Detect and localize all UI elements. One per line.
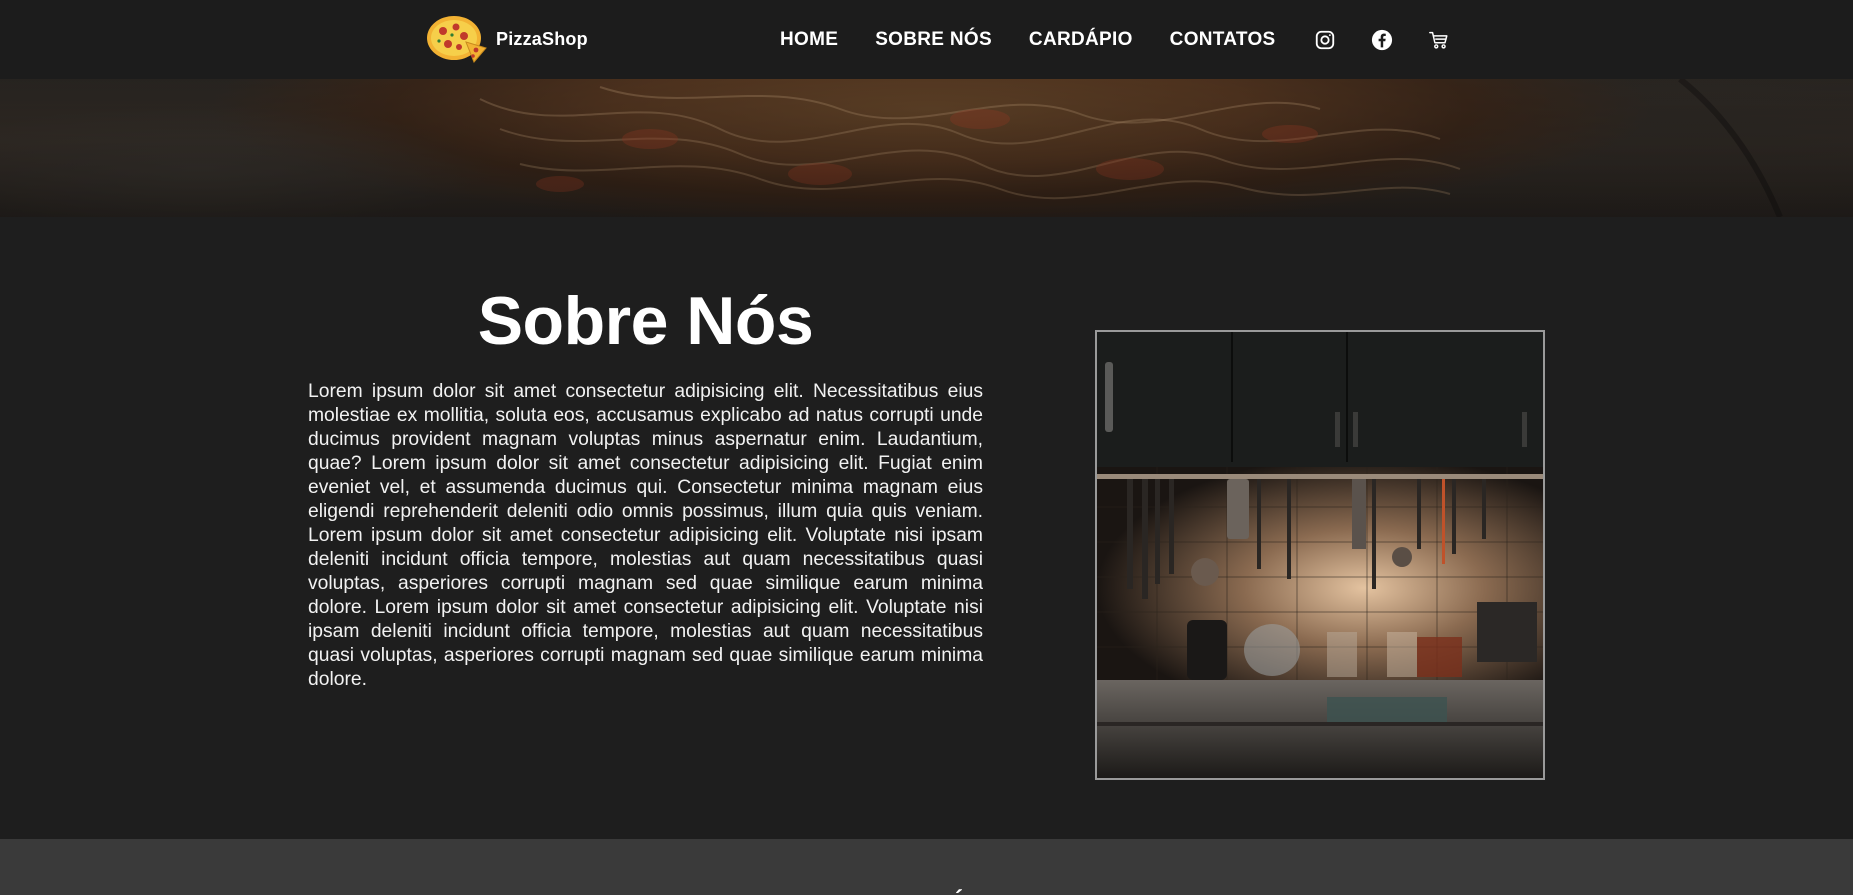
about-title: Sobre Nós — [477, 283, 814, 359]
brand-name: PizzaShop — [496, 28, 588, 49]
pizza-logo-icon — [427, 16, 487, 63]
nav-contatos[interactable]: CONTATOS — [1170, 29, 1276, 51]
about-section: Sobre Nós Lorem ipsum dolor sit amet con… — [0, 217, 1853, 839]
nav-sobre-nos[interactable]: SOBRE NÓS — [875, 29, 992, 51]
site-header: PizzaShop HOME SOBRE NÓS CARDÁPIO CONTAT… — [0, 0, 1853, 79]
kitchen-image-icon — [1097, 332, 1543, 778]
next-section-title-fragment: ´ — [955, 886, 963, 895]
nav-home[interactable]: HOME — [780, 29, 838, 51]
about-text: Lorem ipsum dolor sit amet consectetur a… — [308, 381, 983, 690]
instagram-icon[interactable] — [1313, 28, 1337, 52]
kitchen-photo — [1095, 330, 1545, 780]
nav-cardapio[interactable]: CARDÁPIO — [1029, 29, 1133, 51]
cart-icon[interactable] — [1427, 28, 1451, 52]
facebook-icon[interactable] — [1370, 28, 1394, 52]
main-nav: HOME SOBRE NÓS CARDÁPIO CONTATOS — [780, 28, 1451, 52]
next-section: ´ — [0, 839, 1853, 895]
hero-banner-image — [0, 79, 1853, 217]
brand[interactable]: PizzaShop — [426, 14, 588, 64]
pizza-photo-icon — [0, 79, 1853, 217]
